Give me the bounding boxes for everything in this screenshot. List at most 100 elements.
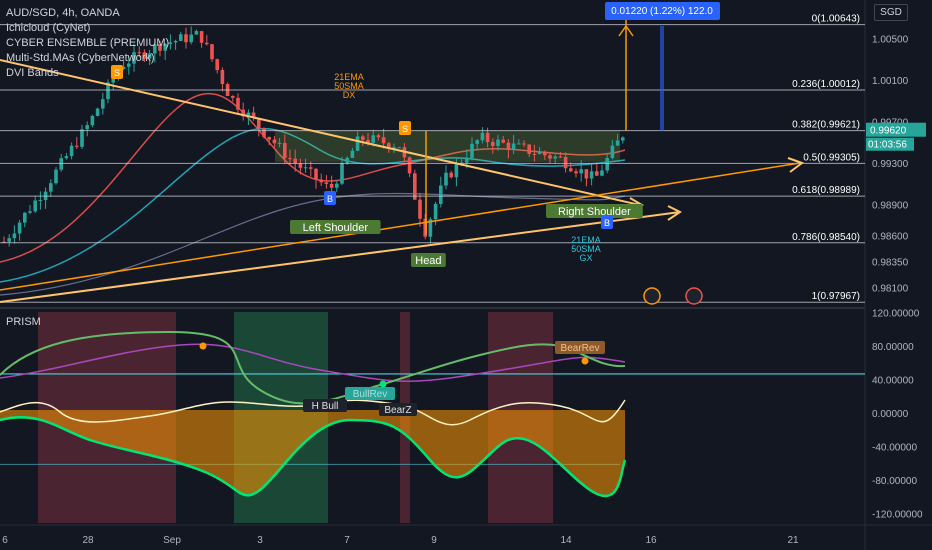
candle-body[interactable]: [433, 203, 438, 220]
candle-body[interactable]: [288, 158, 292, 160]
candle-body[interactable]: [199, 31, 204, 43]
candle-body[interactable]: [465, 157, 469, 163]
candle-body[interactable]: [33, 200, 37, 212]
candle-body[interactable]: [470, 143, 474, 158]
candle-body[interactable]: [262, 128, 266, 137]
candle-body[interactable]: [511, 143, 516, 150]
candle-body[interactable]: [220, 70, 225, 85]
candle-body[interactable]: [38, 200, 43, 202]
oscillator-title[interactable]: PRISM: [6, 316, 41, 328]
candle-body[interactable]: [376, 135, 381, 138]
candle-body[interactable]: [54, 169, 58, 184]
candle-body[interactable]: [17, 222, 22, 234]
candle-body[interactable]: [324, 182, 329, 184]
candle-body[interactable]: [64, 156, 69, 159]
candle-body[interactable]: [205, 42, 209, 45]
indicator-multi-std-mas[interactable]: Multi-Std.MAs (CyberNetwork): [6, 51, 169, 66]
candle-body[interactable]: [303, 167, 308, 169]
candle-body[interactable]: [496, 139, 500, 146]
candle-body[interactable]: [28, 211, 32, 213]
candle-body[interactable]: [80, 129, 84, 147]
candle-body[interactable]: [309, 167, 313, 169]
candle-body[interactable]: [444, 172, 448, 186]
candle-body[interactable]: [345, 157, 349, 163]
candle-body[interactable]: [335, 183, 339, 188]
indicator-ichicloud[interactable]: Ichicloud (CyNet): [6, 21, 169, 36]
candle-body[interactable]: [574, 171, 578, 174]
candle-body[interactable]: [59, 158, 63, 170]
candle-body[interactable]: [361, 136, 365, 140]
candle-body[interactable]: [600, 170, 604, 176]
candle-body[interactable]: [319, 179, 323, 183]
candle-body[interactable]: [584, 169, 589, 179]
indicator-cyber-ensemble[interactable]: CYBER ENSEMBLE (PREMIUM): [6, 36, 169, 51]
candle-body[interactable]: [7, 238, 11, 242]
candle-body[interactable]: [314, 168, 318, 180]
candle-body[interactable]: [532, 153, 537, 155]
event-globe-icon[interactable]: [685, 287, 703, 305]
candle-body[interactable]: [49, 183, 53, 192]
candle-body[interactable]: [184, 34, 188, 43]
candle-body[interactable]: [236, 97, 240, 110]
candle-body[interactable]: [215, 59, 219, 71]
candle-body[interactable]: [449, 172, 453, 178]
candle-body[interactable]: [179, 34, 183, 41]
candle-body[interactable]: [350, 150, 355, 158]
candle-body[interactable]: [569, 168, 573, 172]
candle-body[interactable]: [329, 183, 334, 188]
candle-body[interactable]: [595, 171, 599, 176]
candle-body[interactable]: [23, 212, 27, 223]
candle-body[interactable]: [522, 143, 526, 145]
candle-body[interactable]: [579, 169, 583, 174]
candle-body[interactable]: [277, 142, 282, 144]
candle-body[interactable]: [407, 157, 412, 174]
indicator-dvi-bands[interactable]: DVI Bands: [6, 66, 169, 81]
candle-body[interactable]: [69, 145, 74, 157]
candle-body[interactable]: [381, 137, 386, 144]
candle-body[interactable]: [563, 156, 568, 169]
candle-body[interactable]: [439, 185, 443, 204]
event-globe-icon[interactable]: [643, 287, 661, 305]
candle-body[interactable]: [537, 152, 542, 154]
candle-body[interactable]: [194, 31, 199, 35]
candle-body[interactable]: [267, 136, 271, 140]
candle-body[interactable]: [418, 199, 422, 219]
candle-body[interactable]: [272, 139, 277, 144]
candle-body[interactable]: [605, 158, 609, 171]
candle-body[interactable]: [553, 156, 557, 159]
candle-body[interactable]: [485, 132, 490, 142]
candle-body[interactable]: [283, 142, 287, 159]
candle-body[interactable]: [527, 144, 531, 154]
candle-body[interactable]: [75, 145, 79, 147]
candle-body[interactable]: [189, 34, 193, 43]
candle-body[interactable]: [589, 171, 594, 179]
candle-body[interactable]: [491, 141, 495, 146]
candle-body[interactable]: [293, 158, 297, 164]
candle-body[interactable]: [101, 99, 105, 109]
candle-body[interactable]: [355, 136, 360, 151]
candle-body[interactable]: [454, 163, 459, 178]
candle-body[interactable]: [210, 44, 214, 60]
candle-body[interactable]: [12, 233, 17, 239]
candle-body[interactable]: [558, 156, 563, 158]
candle-body[interactable]: [543, 152, 547, 156]
chart-canvas[interactable]: 0(1.00643) 0.236(1.00012) 0.382(0.99621) 0.…: [0, 0, 932, 550]
candle-body[interactable]: [517, 143, 521, 145]
candle-body[interactable]: [397, 147, 401, 149]
candle-body[interactable]: [615, 140, 620, 146]
candle-body[interactable]: [340, 162, 344, 184]
candle-body[interactable]: [371, 135, 375, 143]
candle-body[interactable]: [621, 137, 625, 141]
currency-badge[interactable]: SGD: [874, 4, 908, 21]
candle-body[interactable]: [480, 132, 485, 141]
candle-body[interactable]: [298, 163, 303, 168]
candle-body[interactable]: [90, 115, 95, 126]
candle-body[interactable]: [85, 125, 89, 130]
candle-body[interactable]: [506, 142, 511, 150]
candle-body[interactable]: [475, 140, 479, 144]
candle-body[interactable]: [501, 139, 505, 143]
candle-body[interactable]: [173, 40, 178, 43]
candle-body[interactable]: [231, 96, 235, 98]
candle-body[interactable]: [548, 155, 552, 159]
candle-body[interactable]: [610, 145, 615, 159]
